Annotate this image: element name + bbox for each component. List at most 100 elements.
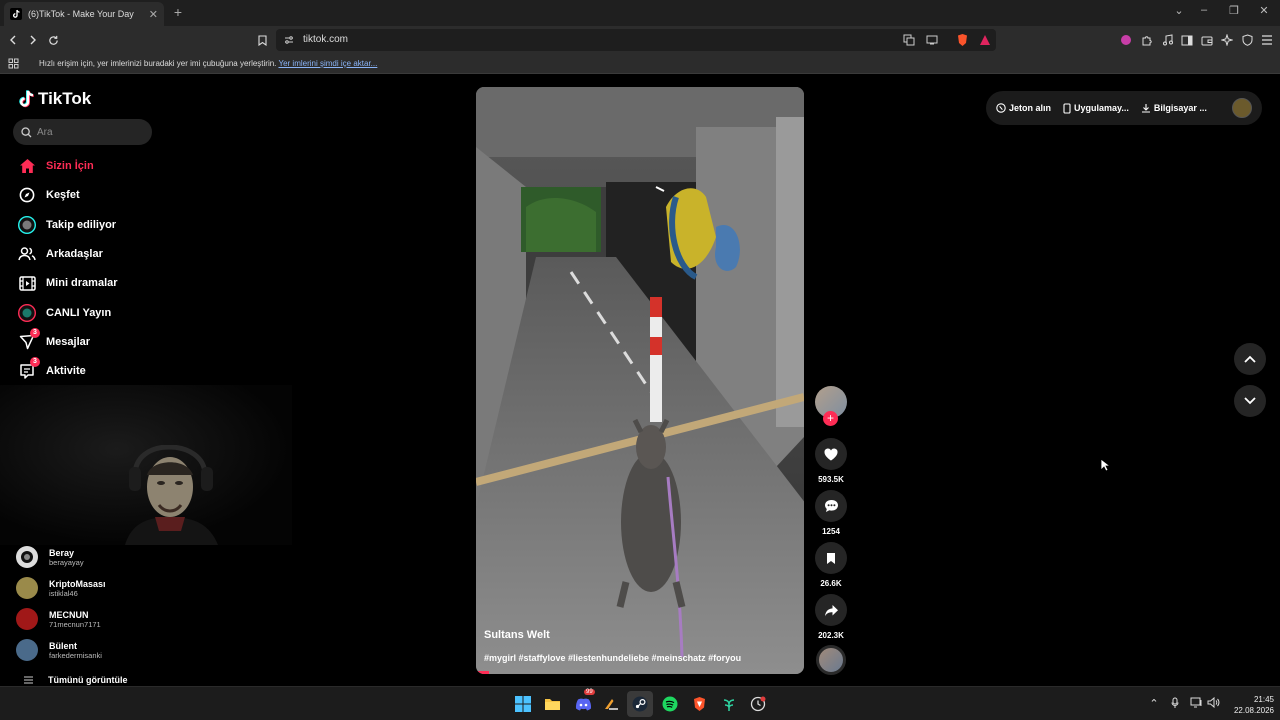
- share-button[interactable]: 202.3K: [814, 594, 848, 640]
- comment-count: 1254: [822, 527, 840, 536]
- home-icon: [19, 159, 35, 173]
- windows-taskbar: 99 ⌃ 21:45 22.08.2026: [0, 686, 1280, 720]
- translate-icon[interactable]: [903, 34, 915, 46]
- nav-messages[interactable]: 3 Mesajlar: [16, 328, 90, 353]
- avatar: [16, 639, 38, 661]
- search-box[interactable]: [13, 119, 152, 145]
- following-account[interactable]: KriptoMasası istiklal46: [16, 577, 106, 599]
- microphone-icon[interactable]: [1168, 697, 1182, 712]
- following-account[interactable]: MECNUN 71mecnun7171: [16, 608, 101, 630]
- clock-time: 21:45: [1253, 695, 1274, 704]
- brave-browser-icon[interactable]: [690, 695, 708, 713]
- heart-icon: [824, 447, 838, 460]
- like-button[interactable]: 593.5K: [814, 438, 848, 484]
- apps-grid-icon[interactable]: [8, 58, 19, 69]
- site-settings-icon[interactable]: [284, 35, 294, 45]
- messages-badge: 3: [30, 328, 40, 338]
- media-music-icon[interactable]: [1159, 32, 1175, 48]
- ableton-icon[interactable]: [602, 695, 620, 713]
- forward-icon[interactable]: [25, 32, 41, 48]
- address-bar[interactable]: tiktok.com: [276, 29, 996, 51]
- tab-list-chevron-icon[interactable]: ⌄: [1171, 4, 1187, 17]
- sound-disc-button[interactable]: [814, 645, 848, 675]
- video-progress-bar[interactable]: [476, 671, 490, 674]
- system-clock[interactable]: 21:45 22.08.2026: [1228, 694, 1274, 716]
- spotify-icon[interactable]: [661, 695, 679, 713]
- account-name: Bülent: [49, 640, 77, 651]
- avatar: [16, 577, 38, 599]
- nav-live[interactable]: CANLI Yayın: [16, 302, 111, 324]
- get-coins-button[interactable]: Jeton alın: [996, 103, 1051, 113]
- new-tab-icon[interactable]: +: [170, 4, 186, 20]
- discord-icon[interactable]: 99: [574, 689, 595, 713]
- see-all-label: Tümünü görüntüle: [48, 675, 128, 685]
- brave-shields-icon[interactable]: [956, 33, 969, 47]
- next-video-button[interactable]: [1234, 385, 1266, 417]
- profile-avatar[interactable]: [1232, 98, 1252, 118]
- bookmark-icon[interactable]: [254, 32, 270, 48]
- nav-activity[interactable]: 3 Aktivite: [16, 357, 86, 382]
- network-icon[interactable]: [1189, 697, 1203, 711]
- tab-close-icon[interactable]: ✕: [149, 8, 158, 21]
- volume-icon[interactable]: [1206, 696, 1220, 711]
- following-account[interactable]: Beray berayayay: [16, 546, 84, 568]
- comment-button[interactable]: 1254: [814, 490, 848, 536]
- see-all-button[interactable]: Tümünü görüntüle: [24, 675, 127, 685]
- extensions-puzzle-icon[interactable]: [1139, 32, 1155, 48]
- discord-badge: 99: [584, 689, 595, 695]
- sidebar-toggle-icon[interactable]: [1179, 32, 1195, 48]
- app-plant-icon[interactable]: [720, 695, 738, 713]
- video-player[interactable]: Sultans Welt #mygirl #staffylove #lieste…: [476, 87, 804, 674]
- previous-video-button[interactable]: [1234, 343, 1266, 375]
- browser-tabbar: (6)TikTok - Make Your Day ✕ + ⌄ – ❐ ✕: [0, 0, 1280, 26]
- account-handle: farkedermisanki: [49, 650, 102, 660]
- leo-ai-icon[interactable]: [1219, 32, 1235, 48]
- tiktok-logo[interactable]: TikTok: [18, 89, 91, 109]
- brave-rewards-icon[interactable]: [979, 34, 991, 46]
- search-input[interactable]: [37, 126, 137, 138]
- follow-plus-icon[interactable]: +: [823, 411, 838, 426]
- account-name: MECNUN: [49, 609, 89, 620]
- browser-tab[interactable]: (6)TikTok - Make Your Day ✕: [4, 2, 164, 26]
- app-alarm-icon[interactable]: [749, 695, 767, 713]
- sound-disc-icon: [816, 645, 846, 675]
- desktop-app-button[interactable]: Bilgisayar ...: [1141, 103, 1207, 113]
- logo-text: TikTok: [38, 89, 92, 108]
- maximize-icon[interactable]: ❐: [1226, 4, 1242, 17]
- nav-explore[interactable]: Keşfet: [16, 184, 80, 206]
- steam-icon[interactable]: [631, 695, 649, 713]
- coins-label: Jeton alın: [1009, 103, 1052, 113]
- nav-mini-dramas[interactable]: Mini dramalar: [16, 272, 118, 294]
- minimize-icon[interactable]: –: [1196, 4, 1212, 16]
- bookmarks-message: Hızlı erişim için, yer imlerinizi burada…: [39, 59, 378, 68]
- windows-start-icon[interactable]: [514, 695, 532, 713]
- video-author[interactable]: Sultans Welt: [484, 629, 550, 641]
- author-avatar-button[interactable]: +: [814, 386, 848, 426]
- top-right-controls: Jeton alın Uygulamay... Bilgisayar ...: [986, 91, 1262, 125]
- extension-shield-icon[interactable]: [1118, 32, 1134, 48]
- nav-following[interactable]: Takip ediliyor: [16, 214, 116, 236]
- nav-for-you[interactable]: Sizin İçin: [16, 155, 94, 177]
- vpn-shield-icon[interactable]: [1239, 32, 1255, 48]
- wallet-icon[interactable]: [1199, 32, 1215, 48]
- nav-label: Arkadaşlar: [46, 248, 103, 260]
- nav-label: Sizin İçin: [46, 160, 94, 172]
- cast-icon[interactable]: [926, 35, 938, 45]
- nav-label: Keşfet: [46, 189, 80, 201]
- chevron-up-icon: [1244, 355, 1256, 363]
- tray-overflow-chevron-icon[interactable]: ⌃: [1147, 697, 1161, 710]
- avatar: [16, 546, 38, 568]
- nav-friends[interactable]: Arkadaşlar: [16, 243, 103, 265]
- avatar: [16, 608, 38, 630]
- close-window-icon[interactable]: ✕: [1256, 4, 1272, 17]
- save-button[interactable]: 26.6K: [814, 542, 848, 588]
- following-account[interactable]: Bülent farkedermisanki: [16, 639, 102, 661]
- webcam-person-image: [125, 445, 218, 545]
- video-hashtags[interactable]: #mygirl #staffylove #liestenhundeliebe #…: [484, 653, 741, 663]
- file-explorer-icon[interactable]: [543, 695, 561, 713]
- back-icon[interactable]: [5, 32, 21, 48]
- get-app-button[interactable]: Uygulamay...: [1063, 102, 1129, 114]
- import-bookmarks-link[interactable]: Yer imlerini şimdi içe aktar...: [278, 59, 377, 68]
- menu-hamburger-icon[interactable]: [1259, 32, 1275, 48]
- reload-icon[interactable]: [45, 32, 61, 48]
